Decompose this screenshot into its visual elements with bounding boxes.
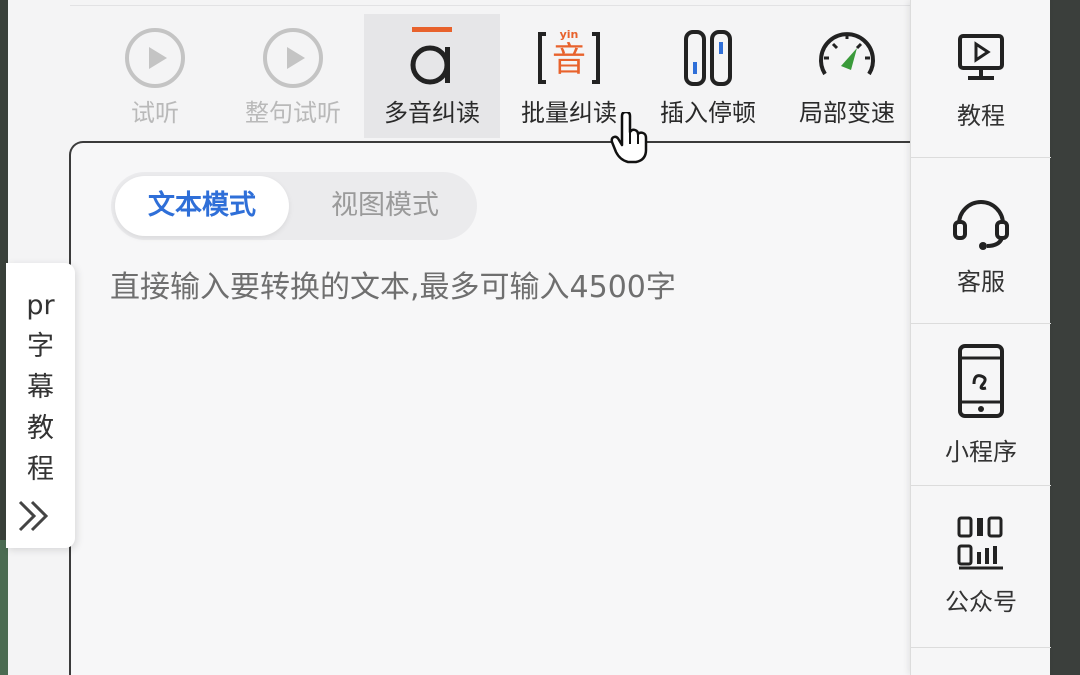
- headset-icon: [911, 188, 1051, 252]
- editor-placeholder: 直接输入要转换的文本,最多可输入4500字: [110, 270, 676, 305]
- sentence-listen-button[interactable]: 整句试听: [228, 14, 358, 138]
- speedometer-icon: [782, 26, 912, 90]
- polyphone-correct-button[interactable]: 多音纠读: [364, 14, 500, 138]
- sidebar-item-label: 公众号: [945, 588, 1017, 616]
- insert-pause-button[interactable]: 插入停顿: [643, 14, 773, 138]
- sidebar-item-label: 客服: [957, 268, 1005, 296]
- desktop-edge-right: [1050, 0, 1080, 675]
- pr-tab-char: 教: [27, 413, 54, 444]
- hand-cursor-icon: [610, 110, 650, 168]
- sidebar-item-mini-program[interactable]: 小程序: [911, 324, 1051, 486]
- view-mode-tab[interactable]: 视图模式: [297, 176, 473, 236]
- top-divider: [70, 0, 910, 6]
- sidebar-item-support[interactable]: 客服: [911, 158, 1051, 324]
- play-circle-icon: [90, 26, 220, 90]
- insert-pause-label: 插入停顿: [660, 99, 756, 127]
- pr-tab-char: 字: [27, 331, 54, 362]
- play-circle-icon: [228, 26, 358, 90]
- sidebar-item-tutorial[interactable]: 教程: [911, 0, 1051, 158]
- sentence-listen-label: 整句试听: [245, 99, 341, 127]
- mini-program-phone-icon: [911, 344, 1051, 418]
- local-speed-button[interactable]: 局部变速: [782, 14, 912, 138]
- text-mode-tab[interactable]: 文本模式: [115, 176, 289, 236]
- right-sidebar: 教程 客服 小程序 公众号: [910, 0, 1051, 675]
- mode-switch: 文本模式 视图模式: [111, 172, 477, 240]
- pr-tab-char: 程: [27, 454, 54, 485]
- pinyin-character: 音: [552, 40, 586, 80]
- pr-tab-text: pr 字 幕 教 程: [6, 285, 75, 490]
- sidebar-item-official-account[interactable]: 公众号: [911, 486, 1051, 648]
- local-speed-label: 局部变速: [799, 99, 895, 127]
- pr-tab-char: 幕: [27, 372, 54, 403]
- video-tutorial-icon: [911, 32, 1051, 82]
- sidebar-item-label: 小程序: [945, 438, 1017, 466]
- official-account-icon: [911, 514, 1051, 570]
- sidebar-item-label: 教程: [957, 102, 1005, 130]
- double-chevron-right-icon[interactable]: [14, 496, 54, 540]
- polyphone-correct-label: 多音纠读: [384, 99, 480, 127]
- pronunciation-a-icon: [364, 26, 500, 90]
- pr-tab-char: pr: [26, 290, 55, 321]
- listen-button[interactable]: 试听: [90, 14, 220, 138]
- pause-bars-icon: [643, 26, 773, 90]
- listen-label: 试听: [131, 99, 179, 127]
